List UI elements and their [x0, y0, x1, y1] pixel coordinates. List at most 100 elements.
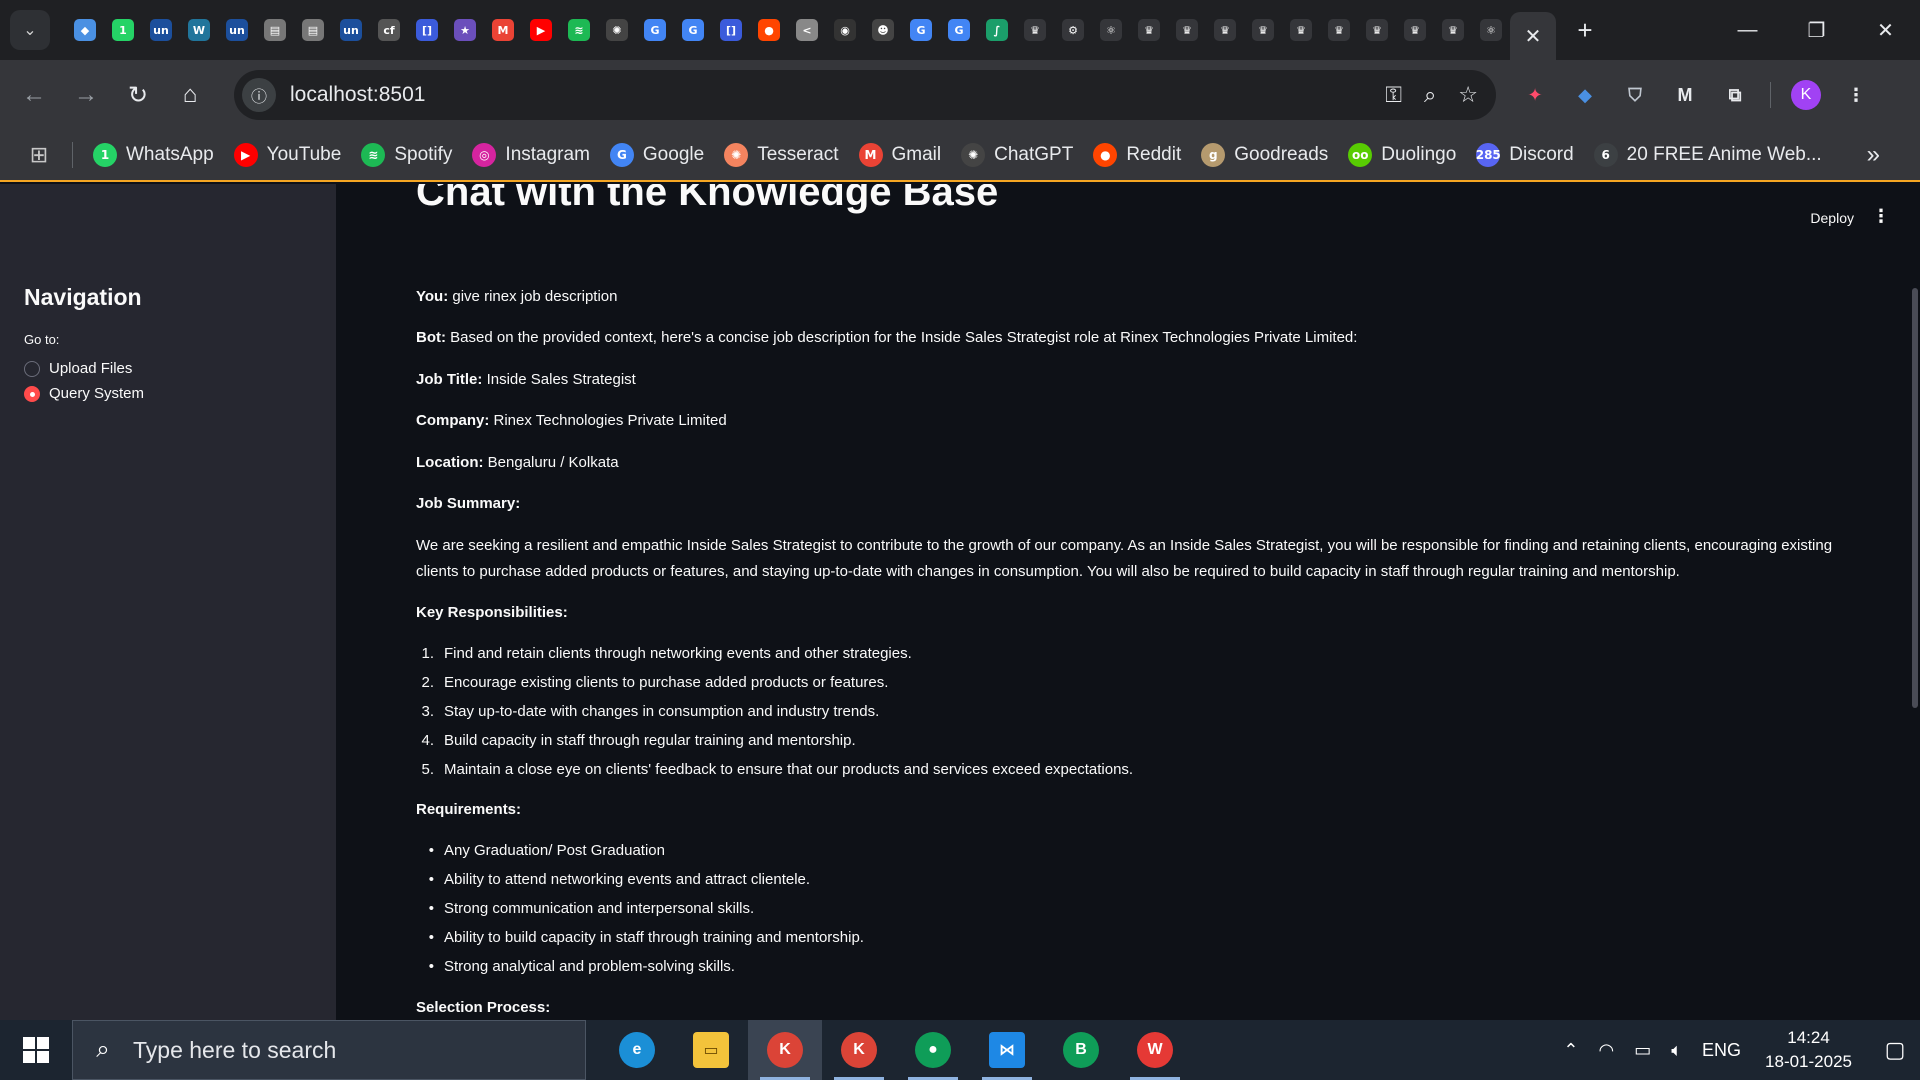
- language-indicator[interactable]: ENG: [1702, 1040, 1741, 1061]
- deploy-button[interactable]: Deploy: [1810, 210, 1854, 226]
- google-favicon[interactable]: G: [902, 0, 940, 60]
- github-favicon[interactable]: ◉: [826, 0, 864, 60]
- spotify-favicon[interactable]: ≋: [560, 0, 598, 60]
- crown-favicon[interactable]: ♛: [1320, 0, 1358, 60]
- doc-favicon[interactable]: ▤: [294, 0, 332, 60]
- gem-extension-icon[interactable]: ◆: [1570, 80, 1600, 110]
- bookmark-label[interactable]: Reddit: [1126, 144, 1181, 166]
- bookmark-label[interactable]: Goodreads: [1234, 144, 1328, 166]
- profile-avatar[interactable]: K: [1791, 80, 1821, 110]
- chevron-up-icon[interactable]: ⌃: [1563, 1040, 1578, 1061]
- share-favicon[interactable]: <: [788, 0, 826, 60]
- doc-favicon[interactable]: ▤: [256, 0, 294, 60]
- bot-favicon[interactable]: ☻: [864, 0, 902, 60]
- bookmark-label[interactable]: Tesseract: [757, 144, 838, 166]
- crown-favicon[interactable]: ♛: [1016, 0, 1054, 60]
- scrollbar[interactable]: [1912, 288, 1918, 708]
- crown-favicon[interactable]: ♛: [1168, 0, 1206, 60]
- bookmark-label[interactable]: Discord: [1509, 144, 1573, 166]
- bookmark-label[interactable]: Google: [643, 144, 704, 166]
- unstop-favicon[interactable]: un: [332, 0, 370, 60]
- bookmark-item[interactable]: ✺ ChatGPT: [951, 135, 1083, 175]
- bookmark-item[interactable]: ✺ Tesseract: [714, 135, 848, 175]
- bookmark-item[interactable]: M Gmail: [849, 135, 952, 175]
- radio-query-system[interactable]: Query System: [24, 385, 144, 402]
- crown-favicon[interactable]: ♛: [1396, 0, 1434, 60]
- crown-favicon[interactable]: ♛: [1282, 0, 1320, 60]
- wordpress-favicon[interactable]: W: [180, 0, 218, 60]
- crown-favicon[interactable]: ♛: [1434, 0, 1472, 60]
- bookmark-item[interactable]: 285 Discord: [1466, 135, 1583, 175]
- address-bar[interactable]: ⓘ localhost:8501 ⚿ ⌕ ☆: [234, 70, 1496, 120]
- bookmark-item[interactable]: ≋ Spotify: [351, 135, 462, 175]
- chrome-app-icon[interactable]: K: [748, 1020, 822, 1080]
- extension-1-icon[interactable]: ✦: [1520, 80, 1550, 110]
- chrome-app-icon[interactable]: K: [822, 1020, 896, 1080]
- main-menu-icon[interactable]: ⋮: [1872, 206, 1890, 227]
- crown-favicon[interactable]: ♛: [1358, 0, 1396, 60]
- google-favicon[interactable]: G: [940, 0, 978, 60]
- bookmark-star-icon[interactable]: ☆: [1458, 82, 1478, 108]
- bookmark-label[interactable]: Gmail: [892, 144, 942, 166]
- bookmark-item[interactable]: oo Duolingo: [1338, 135, 1466, 175]
- bookmark-label[interactable]: Instagram: [505, 144, 589, 166]
- menu-dots-icon[interactable]: ⋮: [1841, 80, 1871, 110]
- crown-favicon[interactable]: ♛: [1130, 0, 1168, 60]
- radio-button-icon[interactable]: [24, 360, 40, 377]
- radio-label[interactable]: Query System: [49, 385, 144, 402]
- react-favicon[interactable]: ⚛: [1472, 0, 1510, 60]
- clock[interactable]: 14:24 18-01-2025: [1765, 1026, 1852, 1074]
- bookmark-label[interactable]: WhatsApp: [126, 144, 214, 166]
- edge-app-icon[interactable]: e: [600, 1020, 674, 1080]
- home-icon[interactable]: ⌂: [164, 69, 216, 121]
- cfi-favicon[interactable]: cf: [370, 0, 408, 60]
- bookmark-label[interactable]: YouTube: [267, 144, 342, 166]
- bracket-favicon[interactable]: []: [712, 0, 750, 60]
- back-arrow-icon[interactable]: ←: [8, 69, 60, 121]
- apps-grid-icon[interactable]: ⊞: [12, 135, 66, 175]
- bookmark-item[interactable]: ● Reddit: [1083, 135, 1191, 175]
- radio-label[interactable]: Upload Files: [49, 360, 132, 377]
- restore-icon[interactable]: ❐: [1782, 0, 1851, 60]
- bookmark-label[interactable]: 20 FREE Anime Web...: [1627, 144, 1822, 166]
- extensions-puzzle-icon[interactable]: ⧉: [1720, 80, 1750, 110]
- forward-arrow-icon[interactable]: →: [60, 69, 112, 121]
- bookmark-label[interactable]: Duolingo: [1381, 144, 1456, 166]
- gmail-favicon[interactable]: M: [484, 0, 522, 60]
- shield-extension-icon[interactable]: ⛉: [1620, 80, 1650, 110]
- gear-favicon[interactable]: ⚙: [1054, 0, 1092, 60]
- bookmark-item[interactable]: 6 20 FREE Anime Web...: [1584, 135, 1832, 175]
- react-favicon[interactable]: ⚛: [1092, 0, 1130, 60]
- battery-icon[interactable]: ▭: [1634, 1040, 1651, 1061]
- new-tab-button[interactable]: +: [1562, 15, 1608, 46]
- close-window-icon[interactable]: ✕: [1851, 0, 1920, 60]
- windows-start-icon[interactable]: [0, 1020, 72, 1080]
- active-tab-close-icon[interactable]: ✕: [1510, 12, 1556, 60]
- vscode-app-icon[interactable]: ⋈: [970, 1020, 1044, 1080]
- zoom-icon[interactable]: ⌕: [1424, 82, 1436, 108]
- notifications-icon[interactable]: ▢: [1870, 1037, 1920, 1063]
- medium-extension-icon[interactable]: M: [1670, 80, 1700, 110]
- bookmark-item[interactable]: g Goodreads: [1191, 135, 1338, 175]
- chatgpt-favicon[interactable]: ✺: [598, 0, 636, 60]
- wifi-icon[interactable]: ◠: [1598, 1040, 1614, 1061]
- tab-search-button[interactable]: ⌄: [10, 10, 50, 50]
- youtube-favicon[interactable]: ▶: [522, 0, 560, 60]
- password-key-icon[interactable]: ⚿: [1385, 82, 1402, 108]
- crown-favicon[interactable]: ♛: [1206, 0, 1244, 60]
- radio-upload-files[interactable]: Upload Files: [24, 360, 132, 377]
- bookmark-item[interactable]: ▶ YouTube: [224, 135, 352, 175]
- minimize-icon[interactable]: —: [1713, 0, 1782, 60]
- volume-icon[interactable]: 🔈︎: [1671, 1040, 1682, 1061]
- taskbar-search[interactable]: ⌕ Type here to search: [72, 1020, 586, 1080]
- radio-selected-icon[interactable]: [24, 385, 40, 402]
- bookmark-label[interactable]: Spotify: [394, 144, 452, 166]
- bookmark-label[interactable]: ChatGPT: [994, 144, 1073, 166]
- google-favicon[interactable]: G: [636, 0, 674, 60]
- search-placeholder[interactable]: Type here to search: [133, 1037, 336, 1064]
- chrome-app-icon[interactable]: ●: [896, 1020, 970, 1080]
- reddit-favicon[interactable]: ●: [750, 0, 788, 60]
- bookmark-item[interactable]: 1 WhatsApp: [83, 135, 224, 175]
- crown-favicon[interactable]: ♛: [1244, 0, 1282, 60]
- reload-icon[interactable]: ↻: [112, 69, 164, 121]
